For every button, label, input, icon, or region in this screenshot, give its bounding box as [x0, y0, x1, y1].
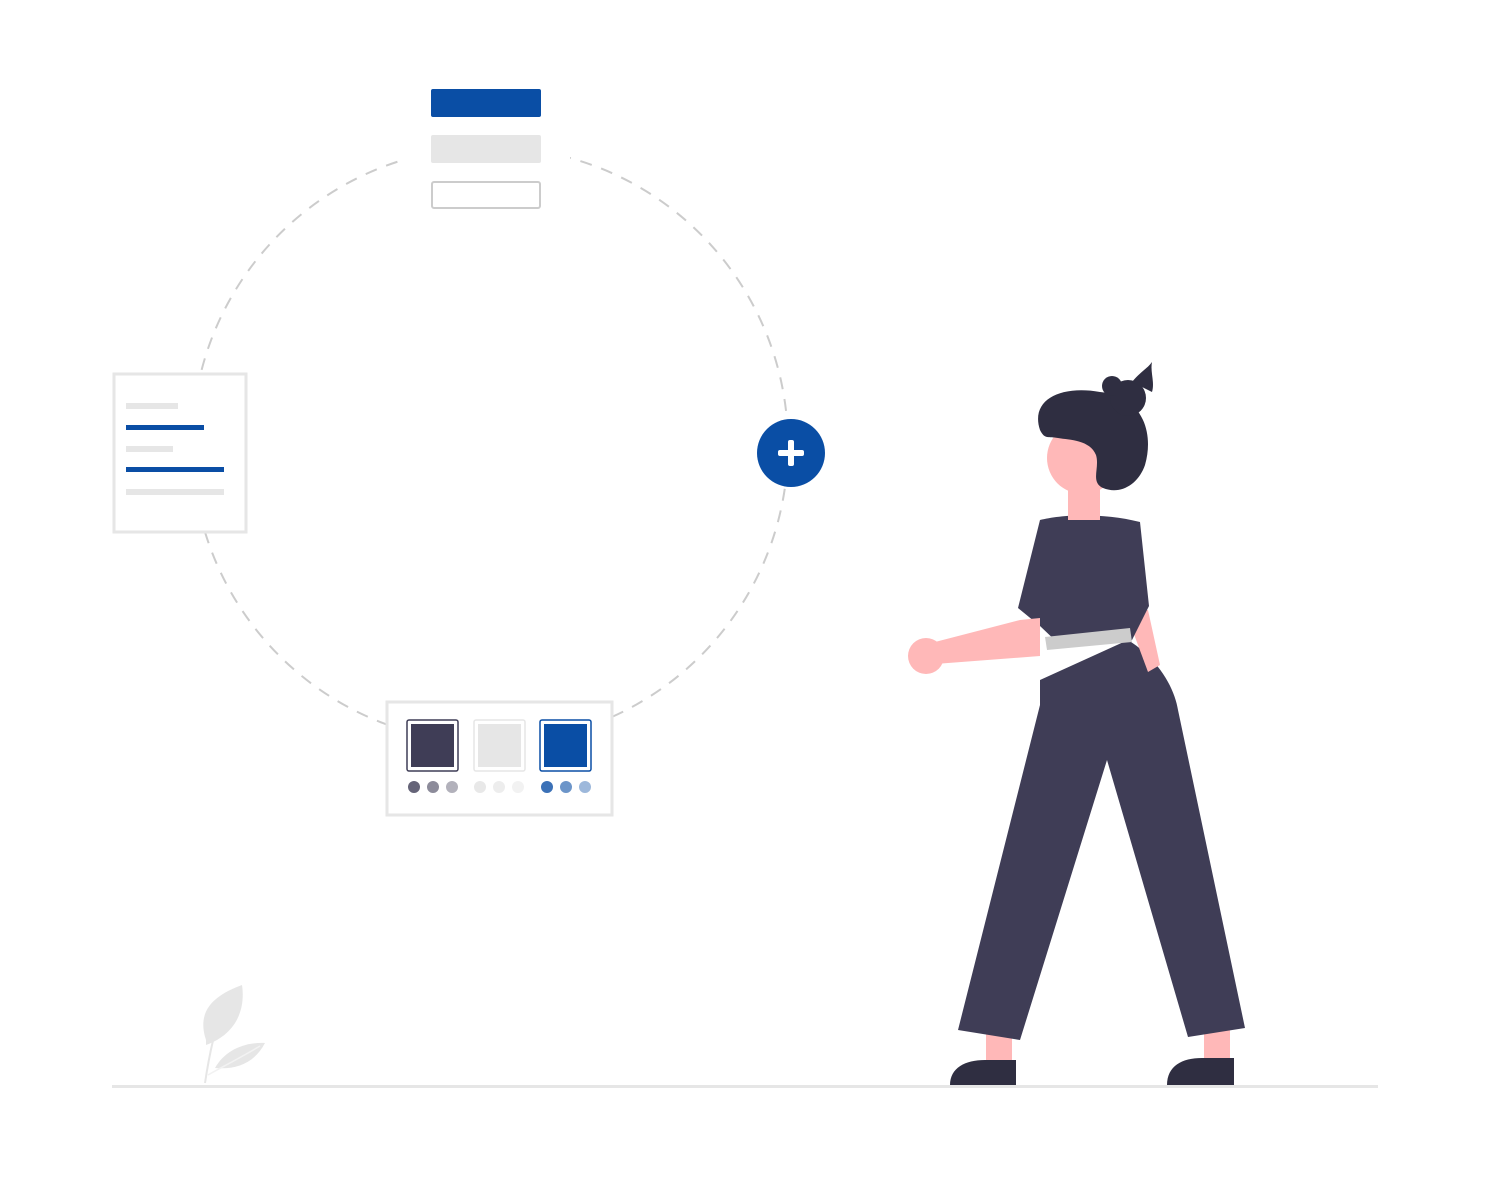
- color-palette-card: [385, 700, 614, 817]
- text-lines-card: [112, 372, 248, 534]
- shade-dot: [493, 781, 505, 793]
- text-line: [126, 489, 224, 495]
- right-shoe: [1167, 1058, 1234, 1085]
- shade-dot: [427, 781, 439, 793]
- shade-dot: [446, 781, 458, 793]
- ground-line: [112, 1085, 1378, 1088]
- shade-dot: [541, 781, 553, 793]
- shade-dot: [474, 781, 486, 793]
- shade-dot: [560, 781, 572, 793]
- shade-dot: [408, 781, 420, 793]
- illustration-canvas: [112, 70, 1378, 1088]
- pants: [958, 640, 1245, 1040]
- secondary-button-swatch: [431, 135, 541, 163]
- primary-button-swatch: [431, 89, 541, 117]
- add-button[interactable]: [757, 419, 825, 487]
- hand: [908, 638, 944, 674]
- text-line-accent: [126, 425, 204, 430]
- gray-swatch: [478, 724, 521, 767]
- dark-swatch: [411, 724, 454, 767]
- text-line-accent: [126, 467, 224, 472]
- dashed-cycle-ring: [191, 146, 789, 744]
- plant-icon: [203, 985, 265, 1084]
- shade-dot: [579, 781, 591, 793]
- button-styles-card: [400, 70, 570, 230]
- blue-swatch: [544, 724, 587, 767]
- text-line: [126, 403, 178, 409]
- outline-button-swatch: [431, 181, 541, 209]
- shade-dot: [512, 781, 524, 793]
- text-line: [126, 446, 173, 452]
- left-shoe: [950, 1060, 1016, 1085]
- woman-standing-icon: [908, 362, 1245, 1085]
